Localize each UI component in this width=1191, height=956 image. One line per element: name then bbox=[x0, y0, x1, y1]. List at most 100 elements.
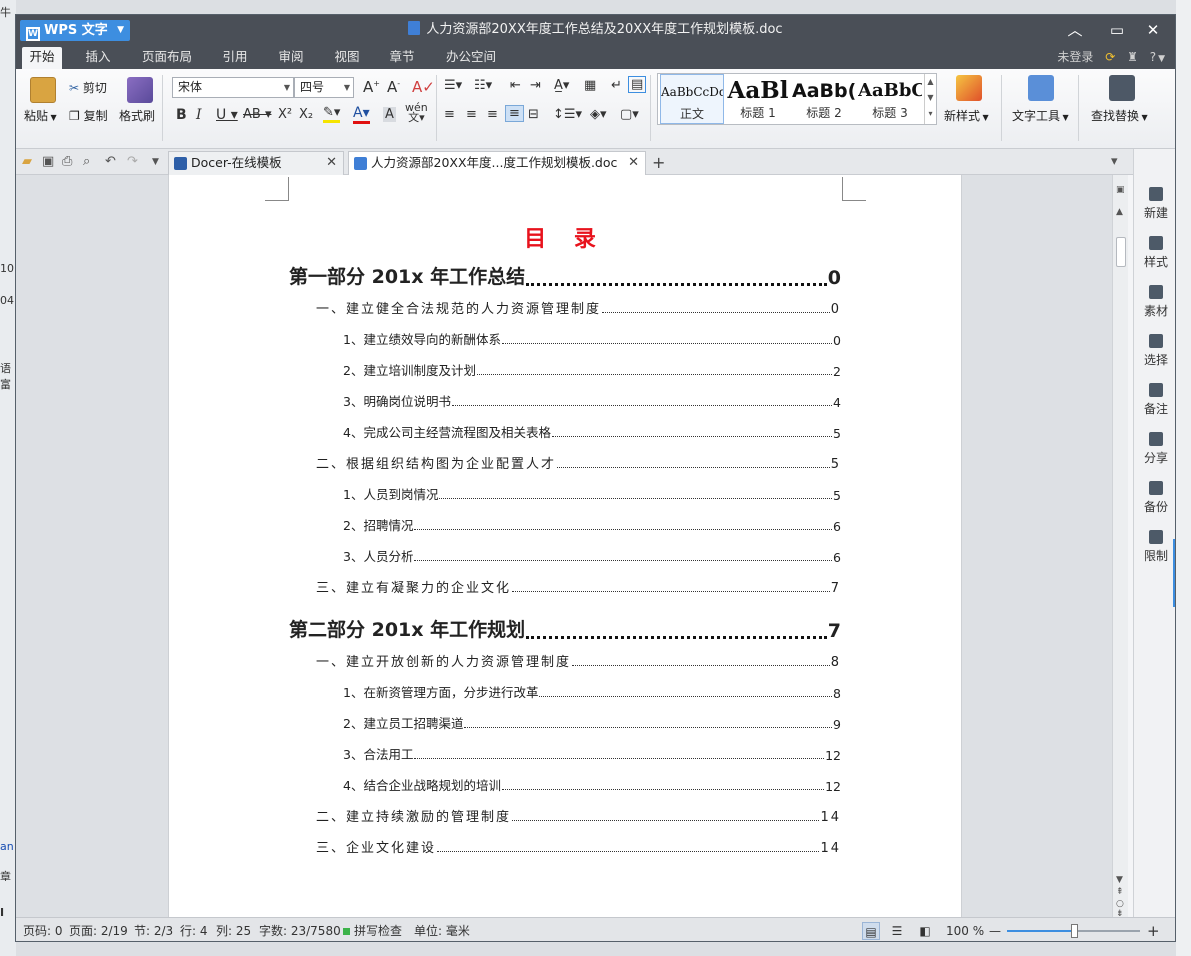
shading-icon[interactable]: ◈▾ bbox=[590, 107, 607, 122]
shrink-font-icon[interactable]: A- bbox=[387, 78, 400, 96]
show-marks-icon[interactable]: ↵ bbox=[611, 78, 622, 93]
toc-entry-level-2[interactable]: 二、根据组织结构图为企业配置人才 5 bbox=[316, 456, 841, 472]
toc-entry-level-1[interactable]: 第一部分 201x 年工作总结 0 bbox=[289, 265, 841, 289]
ruler-toggle-icon[interactable]: ▣ bbox=[1116, 185, 1125, 195]
close-tab-icon[interactable]: ✕ bbox=[628, 152, 639, 174]
toc-entry-level-3[interactable]: 3、人员分析 6 bbox=[343, 549, 841, 565]
scroll-up-icon[interactable]: ▲ bbox=[1116, 207, 1123, 217]
sidebar-item-restrict[interactable]: 限制 bbox=[1134, 530, 1175, 564]
italic-icon[interactable]: I bbox=[196, 107, 202, 123]
toc-entry-level-3[interactable]: 2、招聘情况 6 bbox=[343, 518, 841, 534]
close-tab-icon[interactable]: ✕ bbox=[326, 152, 337, 174]
binoculars-icon[interactable] bbox=[1109, 75, 1135, 101]
font-name-select[interactable]: 宋体 ▼ bbox=[172, 77, 294, 98]
toc-entry-level-2[interactable]: 一、建立健全合法规范的人力资源管理制度 0 bbox=[316, 301, 841, 317]
new-style-icon[interactable] bbox=[956, 75, 982, 101]
toc-entry-level-3[interactable]: 2、建立培训制度及计划 2 bbox=[343, 363, 841, 379]
tab-view[interactable]: 视图 bbox=[327, 47, 367, 69]
toc-entry-level-2[interactable]: 二、建立持续激励的管理制度 14 bbox=[316, 809, 841, 825]
tab-list-icon[interactable]: ▾ bbox=[1111, 154, 1118, 169]
styles-scroll[interactable]: ▲ ▼ ▾ bbox=[924, 74, 936, 124]
line-spacing-icon[interactable]: ↕☰▾ bbox=[553, 107, 582, 122]
style-heading-1[interactable]: AaBl 标题 1 bbox=[726, 74, 790, 124]
sidebar-item-backup[interactable]: 备份 bbox=[1134, 481, 1175, 515]
sidebar-item-select[interactable]: 选择 bbox=[1134, 334, 1175, 368]
outline-view-icon[interactable]: ☰ bbox=[888, 922, 906, 940]
open-folder-icon[interactable]: ▰ bbox=[22, 154, 32, 169]
zoom-level[interactable]: 100 % bbox=[946, 918, 984, 941]
toc-entry-level-3[interactable]: 2、建立员工招聘渠道 9 bbox=[343, 716, 841, 732]
underline-icon[interactable]: U ▾ bbox=[216, 107, 238, 123]
collapse-ribbon-button[interactable]: ︿ bbox=[1061, 15, 1089, 45]
tab-review[interactable]: 审阅 bbox=[271, 47, 311, 69]
grow-font-icon[interactable]: A+ bbox=[363, 78, 380, 96]
document-page[interactable]: 目 录 第一部分 201x 年工作总结 0 一、建立健全合法规范的人力资源管理制度 0… bbox=[168, 175, 962, 917]
cut-button[interactable]: ✂ 剪切 bbox=[69, 79, 107, 96]
save-icon[interactable]: ▣ bbox=[42, 154, 54, 169]
status-page[interactable]: 页面: 2/19 bbox=[69, 918, 128, 941]
distributed-align-icon[interactable]: ⊟ bbox=[528, 107, 539, 122]
tab-chapter[interactable]: 章节 bbox=[382, 47, 422, 69]
format-painter-button[interactable]: 格式刷 bbox=[119, 107, 155, 124]
toc-entry-level-3[interactable]: 3、明确岗位说明书 4 bbox=[343, 394, 841, 410]
status-unit[interactable]: 单位: 毫米 bbox=[414, 918, 470, 941]
quick-access-menu-icon[interactable]: ▼ bbox=[152, 157, 159, 167]
text-tools-button[interactable]: 文字工具 ▼ bbox=[1012, 107, 1069, 124]
numbered-list-icon[interactable]: ☷▾ bbox=[474, 78, 492, 93]
status-word-count[interactable]: 字数: 23/7580 bbox=[259, 918, 341, 941]
borders-icon[interactable]: ▢▾ bbox=[620, 107, 639, 122]
strikethrough-icon[interactable]: AB ▾ bbox=[243, 107, 271, 122]
sidebar-item-styles[interactable]: 样式 bbox=[1134, 236, 1175, 270]
bullet-list-icon[interactable]: ☰▾ bbox=[444, 78, 462, 93]
spell-check-toggle[interactable]: 拼写检查 bbox=[343, 918, 402, 941]
toc-entry-level-3[interactable]: 1、人员到岗情况 5 bbox=[343, 487, 841, 503]
toc-entry-level-3[interactable]: 4、结合企业战略规划的培训 12 bbox=[343, 778, 841, 794]
tab-home[interactable]: 开始 bbox=[22, 47, 62, 69]
style-normal[interactable]: AaBbCcDd 正文 bbox=[660, 74, 724, 124]
tab-insert[interactable]: 插入 bbox=[78, 47, 118, 69]
toc-entry-level-2[interactable]: 一、建立开放创新的人力资源管理制度 8 bbox=[316, 654, 841, 670]
format-painter-icon[interactable] bbox=[127, 77, 153, 103]
help-button[interactable]: ? bbox=[1150, 50, 1156, 64]
find-replace-button[interactable]: 查找替换 ▼ bbox=[1091, 107, 1148, 124]
toc-entry-level-2[interactable]: 三、建立有凝聚力的企业文化 7 bbox=[316, 580, 841, 596]
toc-entry-level-3[interactable]: 1、建立绩效导向的新酬体系 0 bbox=[343, 332, 841, 348]
sync-icon[interactable]: ⟳ bbox=[1105, 50, 1115, 64]
skin-icon[interactable]: ♜ bbox=[1127, 50, 1138, 64]
zoom-out-button[interactable]: — bbox=[989, 918, 1001, 941]
copy-button[interactable]: ❐ 复制 bbox=[69, 107, 108, 124]
font-color-icon[interactable]: A▾ bbox=[353, 105, 370, 124]
sidebar-collapse-handle[interactable] bbox=[1173, 539, 1175, 607]
tab-docer-templates[interactable]: Docer-在线模板 ✕ bbox=[168, 151, 344, 175]
print-icon[interactable]: ⎙ bbox=[62, 154, 72, 169]
previous-page-icon[interactable]: ⇞ bbox=[1116, 887, 1124, 897]
align-center-icon[interactable]: ≡ bbox=[466, 107, 477, 122]
table-borders-icon[interactable]: ▦ bbox=[584, 78, 596, 93]
bold-icon[interactable]: B bbox=[176, 107, 187, 123]
vertical-scrollbar[interactable]: ▣ ▲ ▼ ⇞ ○ ⇟ bbox=[1112, 175, 1128, 919]
superscript-icon[interactable]: X² bbox=[278, 107, 292, 122]
paste-button[interactable]: 粘贴 ▼ bbox=[24, 107, 57, 124]
web-view-icon[interactable]: ◧ bbox=[916, 922, 934, 940]
wps-app-menu-button[interactable]: W WPS 文字 ▼ bbox=[20, 20, 130, 41]
redo-icon[interactable]: ↷ bbox=[127, 154, 138, 169]
tab-references[interactable]: 引用 bbox=[215, 47, 255, 69]
tab-current-document[interactable]: 人力资源部20XX年度...度工作规划模板.doc ✕ bbox=[348, 151, 646, 175]
align-right-icon[interactable]: ≡ bbox=[487, 107, 498, 122]
sidebar-item-materials[interactable]: 素材 bbox=[1134, 285, 1175, 319]
sidebar-item-share[interactable]: 分享 bbox=[1134, 432, 1175, 466]
justify-icon[interactable]: ≡ bbox=[505, 105, 524, 122]
font-size-select[interactable]: 四号 ▼ bbox=[294, 77, 354, 98]
new-tab-icon[interactable]: + bbox=[652, 153, 665, 172]
sidebar-item-new[interactable]: 新建 bbox=[1134, 187, 1175, 221]
sidebar-item-notes[interactable]: 备注 bbox=[1134, 383, 1175, 417]
close-button[interactable]: ✕ bbox=[1139, 15, 1167, 45]
scroll-down-icon[interactable]: ▼ bbox=[1116, 875, 1123, 885]
character-shading-icon[interactable]: A bbox=[383, 107, 396, 122]
style-heading-3[interactable]: AaBbC 标题 3 bbox=[858, 74, 922, 124]
clear-format-icon[interactable]: A✓ bbox=[412, 78, 435, 96]
toc-entry-level-3[interactable]: 4、完成公司主经营流程图及相关表格 5 bbox=[343, 425, 841, 441]
toc-entry-level-2[interactable]: 三、企业文化建设 14 bbox=[316, 840, 841, 856]
decrease-indent-icon[interactable]: ⇤ bbox=[510, 78, 521, 93]
navigation-pane-icon[interactable]: ▤ bbox=[628, 76, 647, 93]
